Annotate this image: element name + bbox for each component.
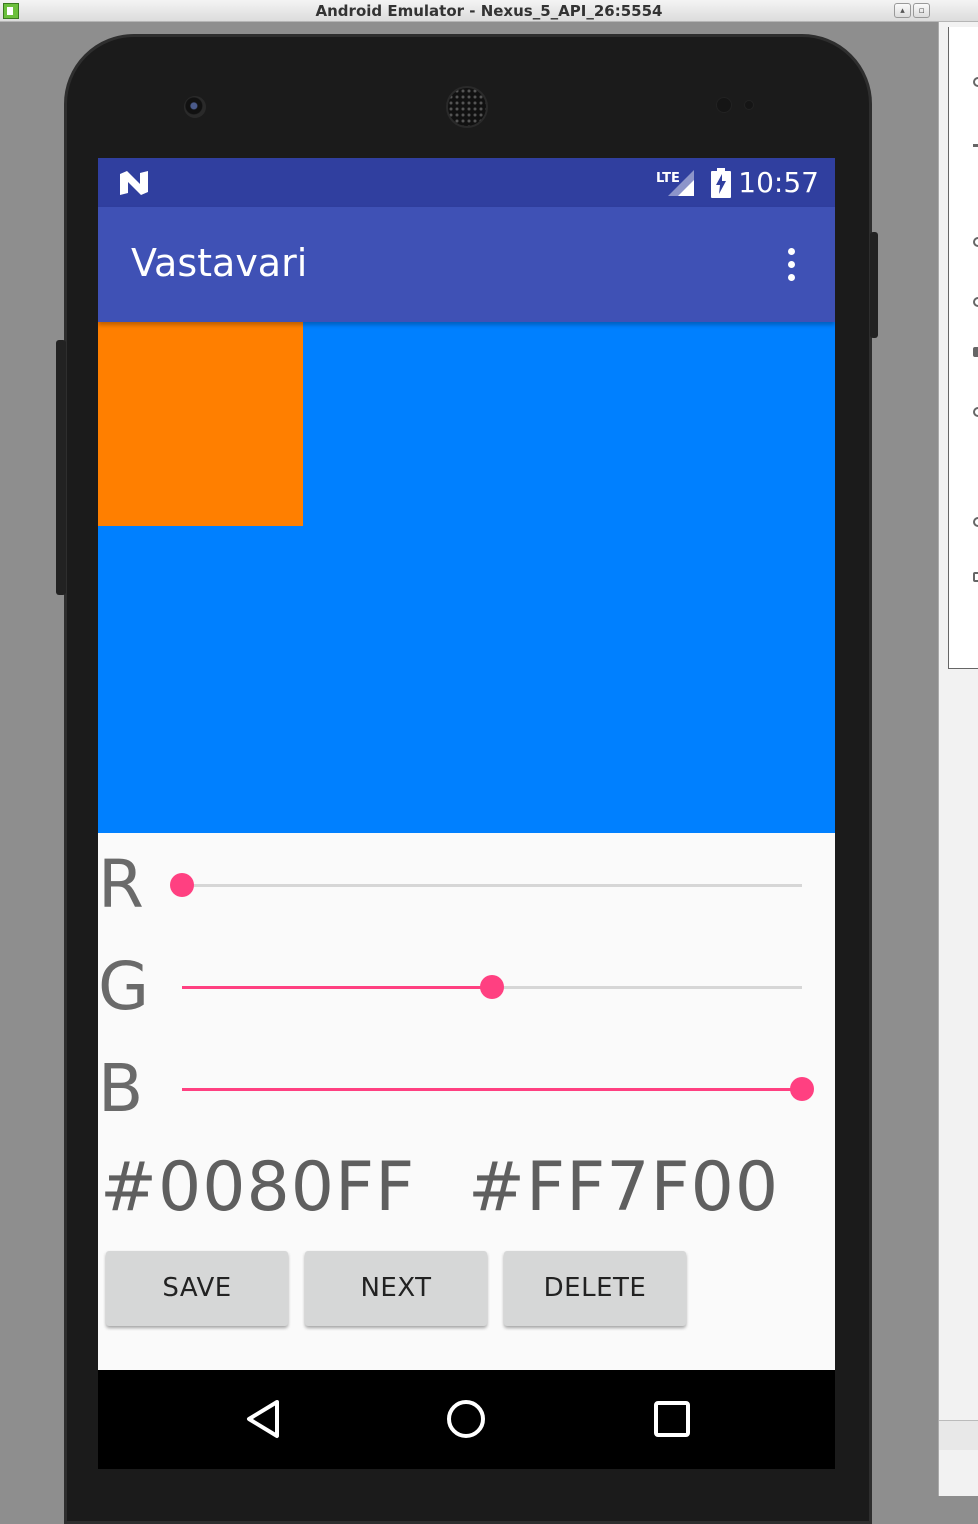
battery-charging-icon [711,168,731,198]
back-side-icon[interactable] [973,517,978,527]
green-slider-thumb[interactable] [480,975,504,999]
recents-square-icon[interactable] [653,1398,691,1440]
signal-lte-icon: LTE [656,170,694,196]
save-button[interactable]: SAVE [106,1251,288,1326]
blue-slider-fill [182,1088,802,1091]
current-hex-value: #0080FF [100,1148,416,1227]
slider-row-green: G [98,942,835,1032]
complement-color-swatch [98,322,303,526]
red-slider[interactable] [170,873,802,897]
power-key[interactable] [870,232,878,338]
zoom-icon[interactable] [973,407,978,417]
emulator-side-panel [938,22,978,1496]
complement-hex-value: #FF7F00 [468,1148,780,1227]
earpiece-speaker [446,86,488,128]
app-title: Vastavari [131,241,308,285]
front-camera [184,96,206,118]
green-label: G [98,948,150,1025]
rotate-right-icon[interactable] [973,297,978,307]
camera-icon[interactable] [973,347,978,357]
overview-side-icon[interactable] [973,572,978,582]
green-slider[interactable] [182,975,802,999]
volume-key[interactable] [56,340,66,595]
green-slider-fill [182,986,492,989]
overflow-menu-icon[interactable] [775,247,805,283]
color-preview-canvas [98,322,835,833]
navigation-bar [98,1370,835,1469]
home-circle-icon[interactable] [445,1398,487,1440]
volume-icon[interactable] [973,137,978,147]
delete-button[interactable]: DELETE [504,1251,686,1326]
device-screen: LTE 10:57 Vastavari R G B #0080FF #FF7F0… [98,158,835,1469]
status-bar: LTE 10:57 [98,158,835,207]
status-time: 10:57 [738,166,819,199]
proximity-sensor [716,97,732,113]
restore-button[interactable]: ▫ [913,3,930,18]
rotate-left-icon[interactable] [973,237,978,247]
power-icon[interactable] [973,77,978,87]
maximize-button[interactable]: ▴ [894,3,911,18]
next-button[interactable]: NEXT [305,1251,487,1326]
n-notification-icon [120,171,148,195]
side-panel-bottom [939,1420,978,1450]
window-controls: ▴ ▫ [894,3,930,18]
side-toolbar [948,27,978,669]
blue-slider[interactable] [182,1077,814,1101]
red-label: R [98,846,144,923]
back-triangle-icon[interactable] [243,1398,283,1440]
lte-label: LTE [656,171,680,186]
blue-slider-thumb[interactable] [790,1077,814,1101]
slider-row-red: R [98,840,835,930]
window-titlebar: Android Emulator - Nexus_5_API_26:5554 ▴… [0,0,978,22]
slider-row-blue: B [98,1044,835,1134]
blue-label: B [98,1050,144,1127]
window-title: Android Emulator - Nexus_5_API_26:5554 [315,2,663,20]
red-slider-thumb[interactable] [170,873,194,897]
light-sensor [744,100,754,110]
app-toolbar: Vastavari [98,207,835,322]
